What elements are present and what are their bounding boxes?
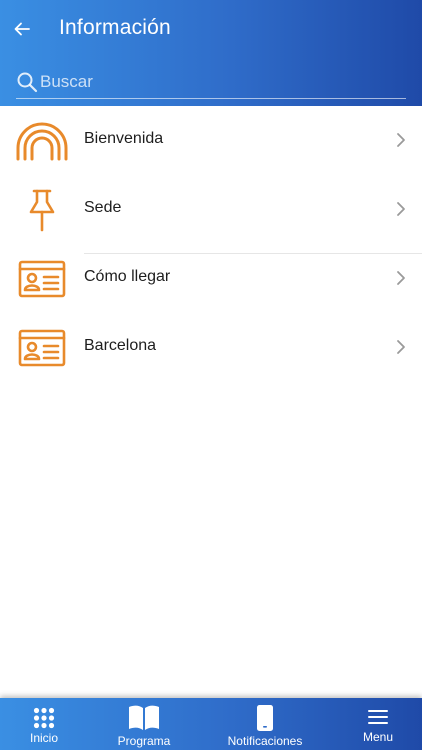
chevron-right-icon	[397, 133, 405, 147]
tab-menu[interactable]: Menu	[334, 698, 422, 750]
tab-label: Inicio	[29, 731, 58, 745]
back-button[interactable]	[10, 17, 34, 41]
list-item-label: Cómo llegar	[84, 268, 171, 285]
chevron-right-icon	[397, 271, 405, 285]
search-input[interactable]	[40, 71, 390, 93]
hamburger-icon	[368, 710, 388, 724]
book-icon	[129, 705, 159, 730]
arrow-left-icon	[14, 22, 30, 36]
tab-label: Menu	[362, 730, 394, 744]
page-title: Información	[59, 16, 171, 39]
tab-inicio[interactable]: Inicio	[0, 698, 88, 750]
list-item-barcelona[interactable]: Barcelona	[0, 313, 422, 382]
rainbow-icon	[15, 118, 69, 164]
chevron-right-icon	[397, 202, 405, 216]
list-item-como-llegar[interactable]: Cómo llegar	[0, 244, 422, 313]
header: Información	[0, 0, 422, 106]
list-item-sede[interactable]: Sede	[0, 175, 422, 244]
list-item-label: Bienvenida	[84, 130, 164, 147]
pushpin-icon	[15, 187, 69, 233]
info-list: Bienvenida Sede Cómo llegar Barcelona	[0, 106, 422, 382]
list-item-label: Sede	[84, 199, 122, 216]
id-card-icon	[15, 256, 69, 302]
tab-label: Programa	[117, 734, 171, 748]
search-bar[interactable]	[16, 68, 406, 99]
tab-notificaciones[interactable]: Notificaciones	[218, 698, 312, 750]
tab-label: Notificaciones	[227, 734, 303, 748]
tab-programa[interactable]: Programa	[100, 698, 188, 750]
phone-icon	[257, 705, 273, 731]
list-item-bienvenida[interactable]: Bienvenida	[0, 106, 422, 175]
bottom-tab-bar: Inicio Programa Notificaciones Menu	[0, 698, 422, 750]
grid-icon	[33, 707, 55, 729]
chevron-right-icon	[397, 340, 405, 354]
id-card-icon	[15, 325, 69, 371]
list-item-label: Barcelona	[84, 337, 157, 354]
search-icon	[17, 72, 38, 93]
